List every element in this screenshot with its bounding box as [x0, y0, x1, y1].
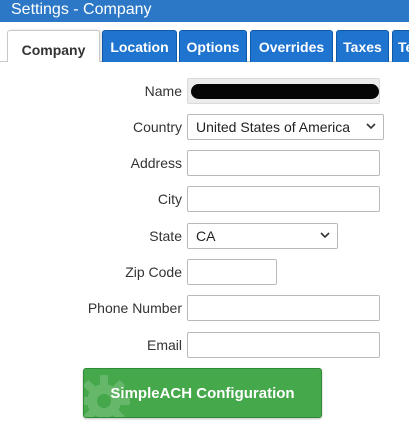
tab-company[interactable]: Company: [7, 30, 100, 62]
name-field: [187, 78, 380, 104]
phone-row: Phone Number: [0, 295, 409, 321]
name-label: Name: [144, 83, 182, 99]
city-row: City: [0, 186, 409, 212]
tab-bar: Company Location Options Overrides Taxes…: [0, 22, 409, 62]
window-title: Settings - Company: [0, 0, 409, 22]
country-label: Country: [132, 119, 182, 135]
simpleach-configuration-button[interactable]: SimpleACH Configuration: [83, 368, 322, 418]
state-label: State: [149, 228, 182, 244]
chevron-down-icon: [320, 232, 330, 239]
tab-options[interactable]: Options: [179, 30, 247, 62]
city-input[interactable]: [187, 186, 380, 212]
city-label: City: [157, 191, 182, 207]
state-row: State CA: [0, 223, 409, 249]
address-input[interactable]: [187, 150, 380, 176]
address-label: Address: [130, 155, 182, 171]
email-row: Email: [0, 332, 409, 358]
email-label: Email: [146, 337, 182, 353]
simpleach-button-label: SimpleACH Configuration: [110, 384, 295, 402]
zip-row: Zip Code: [0, 259, 409, 285]
state-select[interactable]: CA: [187, 223, 338, 249]
email-input[interactable]: [187, 332, 380, 358]
phone-input[interactable]: [187, 295, 380, 321]
country-select-value: United States of America: [196, 119, 351, 135]
address-row: Address: [0, 150, 409, 176]
tab-te[interactable]: Te: [392, 30, 409, 62]
country-select[interactable]: United States of America: [187, 114, 384, 140]
redacted-name: [191, 84, 379, 99]
country-row: Country United States of America: [0, 114, 409, 140]
zip-input[interactable]: [187, 259, 277, 285]
chevron-down-icon: [366, 123, 376, 130]
tab-location[interactable]: Location: [102, 30, 177, 62]
zip-label: Zip Code: [125, 264, 182, 280]
phone-label: Phone Number: [87, 300, 182, 316]
name-row: Name: [0, 78, 409, 104]
state-select-value: CA: [196, 228, 216, 244]
tab-overrides[interactable]: Overrides: [250, 30, 333, 62]
tab-taxes[interactable]: Taxes: [336, 30, 389, 62]
